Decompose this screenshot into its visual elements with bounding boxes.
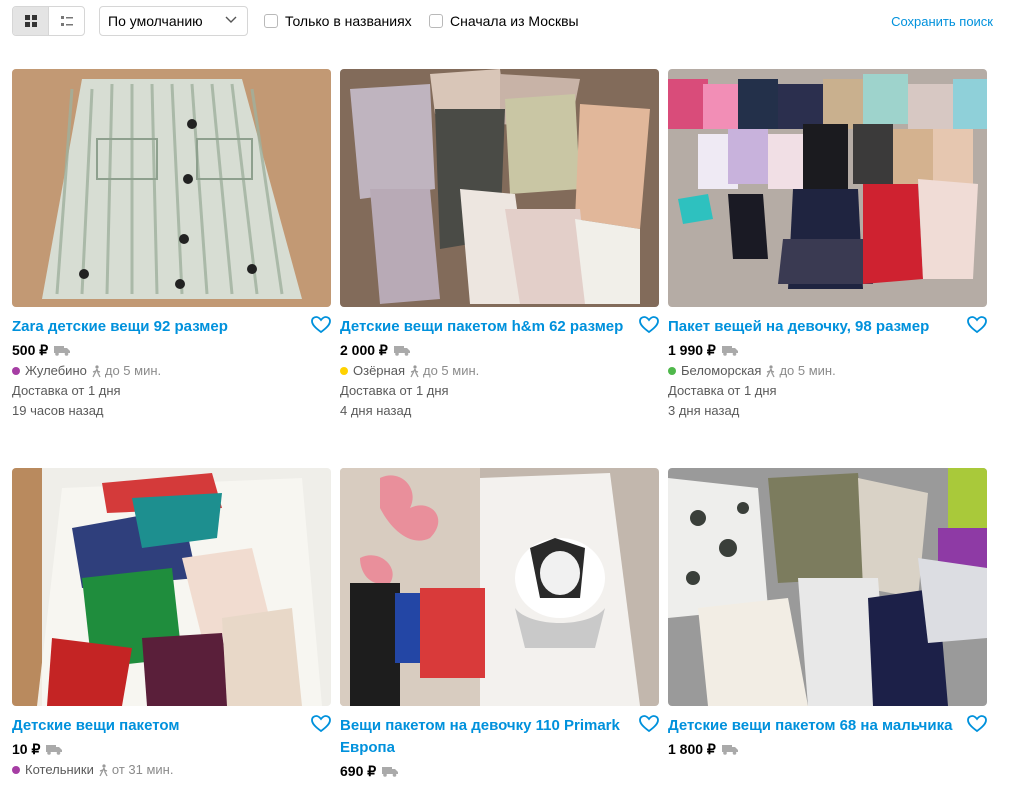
only-titles-label: Только в названиях <box>285 13 412 29</box>
listing-toolbar: По умолчанию Только в названиях Сначала … <box>0 0 1011 44</box>
listing-card[interactable]: Детские вещи пакетом h&m 62 размер 2 000… <box>340 69 659 421</box>
walk-time: до 5 мин. <box>104 363 162 378</box>
listing-card[interactable]: Детские вещи пакетом 10 ₽ Котельники от … <box>12 468 331 780</box>
favorite-heart-icon[interactable] <box>639 316 659 334</box>
listing-photo[interactable] <box>668 468 987 706</box>
only-titles-checkbox[interactable]: Только в названиях <box>264 13 412 29</box>
metro-line-dot <box>340 367 348 375</box>
posted-time: 4 дня назад <box>340 403 412 418</box>
favorite-heart-icon[interactable] <box>967 316 987 334</box>
posted-time: 3 дня назад <box>668 403 740 418</box>
listing-price: 1 800 ₽ <box>668 740 716 757</box>
checkbox-box[interactable] <box>429 14 443 28</box>
posted-time: 19 часов назад <box>12 403 104 418</box>
listing-photo[interactable] <box>668 69 987 307</box>
metro-line-dot <box>12 766 20 774</box>
metro-info: Озёрная до 5 мин. <box>340 361 659 381</box>
walking-icon <box>410 364 419 377</box>
listing-price: 500 ₽ <box>12 341 49 358</box>
listing-card[interactable]: Пакет вещей на девочку, 98 размер 1 990 … <box>668 69 987 421</box>
listing-price: 10 ₽ <box>12 740 41 757</box>
listing-title[interactable]: Детские вещи пакетом h&m 62 размер <box>340 316 629 338</box>
listing-title[interactable]: Zara детские вещи 92 размер <box>12 316 301 338</box>
delivery-truck-icon <box>721 744 738 755</box>
delivery-truck-icon <box>54 345 71 356</box>
checkbox-box[interactable] <box>264 14 278 28</box>
listing-price: 690 ₽ <box>340 762 377 779</box>
favorite-heart-icon[interactable] <box>311 316 331 334</box>
walk-time: от 31 мин. <box>111 762 174 777</box>
listing-title[interactable]: Вещи пакетом на девочку 110 Primark Евро… <box>340 715 629 759</box>
listing-card[interactable]: Вещи пакетом на девочку 110 Primark Евро… <box>340 468 659 782</box>
metro-line-dot <box>12 367 20 375</box>
listing-photo[interactable] <box>12 468 331 706</box>
grid-view-button[interactable] <box>13 7 48 35</box>
favorite-heart-icon[interactable] <box>639 715 659 733</box>
delivery-info: Доставка от 1 дня <box>12 383 121 398</box>
metro-line-dot <box>668 367 676 375</box>
delivery-truck-icon <box>46 744 63 755</box>
view-toggle <box>12 6 85 36</box>
favorite-heart-icon[interactable] <box>311 715 331 733</box>
list-icon <box>60 16 73 26</box>
listing-card[interactable]: Zara детские вещи 92 размер 500 ₽ Жулеби… <box>12 69 331 421</box>
listing-card[interactable]: Детские вещи пакетом 68 на мальчика 1 80… <box>668 468 987 760</box>
listing-title[interactable]: Детские вещи пакетом 68 на мальчика <box>668 715 957 737</box>
walk-time: до 5 мин. <box>779 363 836 378</box>
listing-photo[interactable] <box>340 69 659 307</box>
walking-icon <box>92 364 101 377</box>
metro-station: Озёрная <box>353 363 405 378</box>
listing-title[interactable]: Детские вещи пакетом <box>12 715 301 737</box>
moscow-first-checkbox[interactable]: Сначала из Москвы <box>429 13 579 29</box>
walk-time: до 5 мин. <box>422 363 480 378</box>
listing-photo[interactable] <box>12 69 331 307</box>
chevron-down-icon <box>225 16 237 23</box>
metro-station: Котельники <box>25 762 94 777</box>
moscow-first-label: Сначала из Москвы <box>450 13 579 29</box>
metro-info: Жулебино до 5 мин. <box>12 361 331 381</box>
delivery-truck-icon <box>382 766 399 777</box>
metro-station: Беломорская <box>681 363 762 378</box>
sort-select[interactable]: По умолчанию <box>99 6 248 36</box>
metro-info: Беломорская до 5 мин. <box>668 361 987 381</box>
list-view-button[interactable] <box>48 7 84 35</box>
metro-info: Котельники от 31 мин. <box>12 760 331 780</box>
walking-icon <box>99 763 108 776</box>
listing-price: 2 000 ₽ <box>340 341 388 358</box>
listing-price: 1 990 ₽ <box>668 341 716 358</box>
save-search-link[interactable]: Сохранить поиск <box>891 14 993 29</box>
sort-select-value: По умолчанию <box>108 13 203 29</box>
listing-title[interactable]: Пакет вещей на девочку, 98 размер <box>668 316 957 338</box>
walking-icon <box>766 364 776 377</box>
favorite-heart-icon[interactable] <box>967 715 987 733</box>
listing-photo[interactable] <box>340 468 659 706</box>
metro-station: Жулебино <box>25 363 87 378</box>
delivery-info: Доставка от 1 дня <box>340 383 449 398</box>
delivery-truck-icon <box>721 345 738 356</box>
delivery-info: Доставка от 1 дня <box>668 383 777 398</box>
delivery-truck-icon <box>393 345 410 356</box>
grid-icon <box>24 15 37 27</box>
